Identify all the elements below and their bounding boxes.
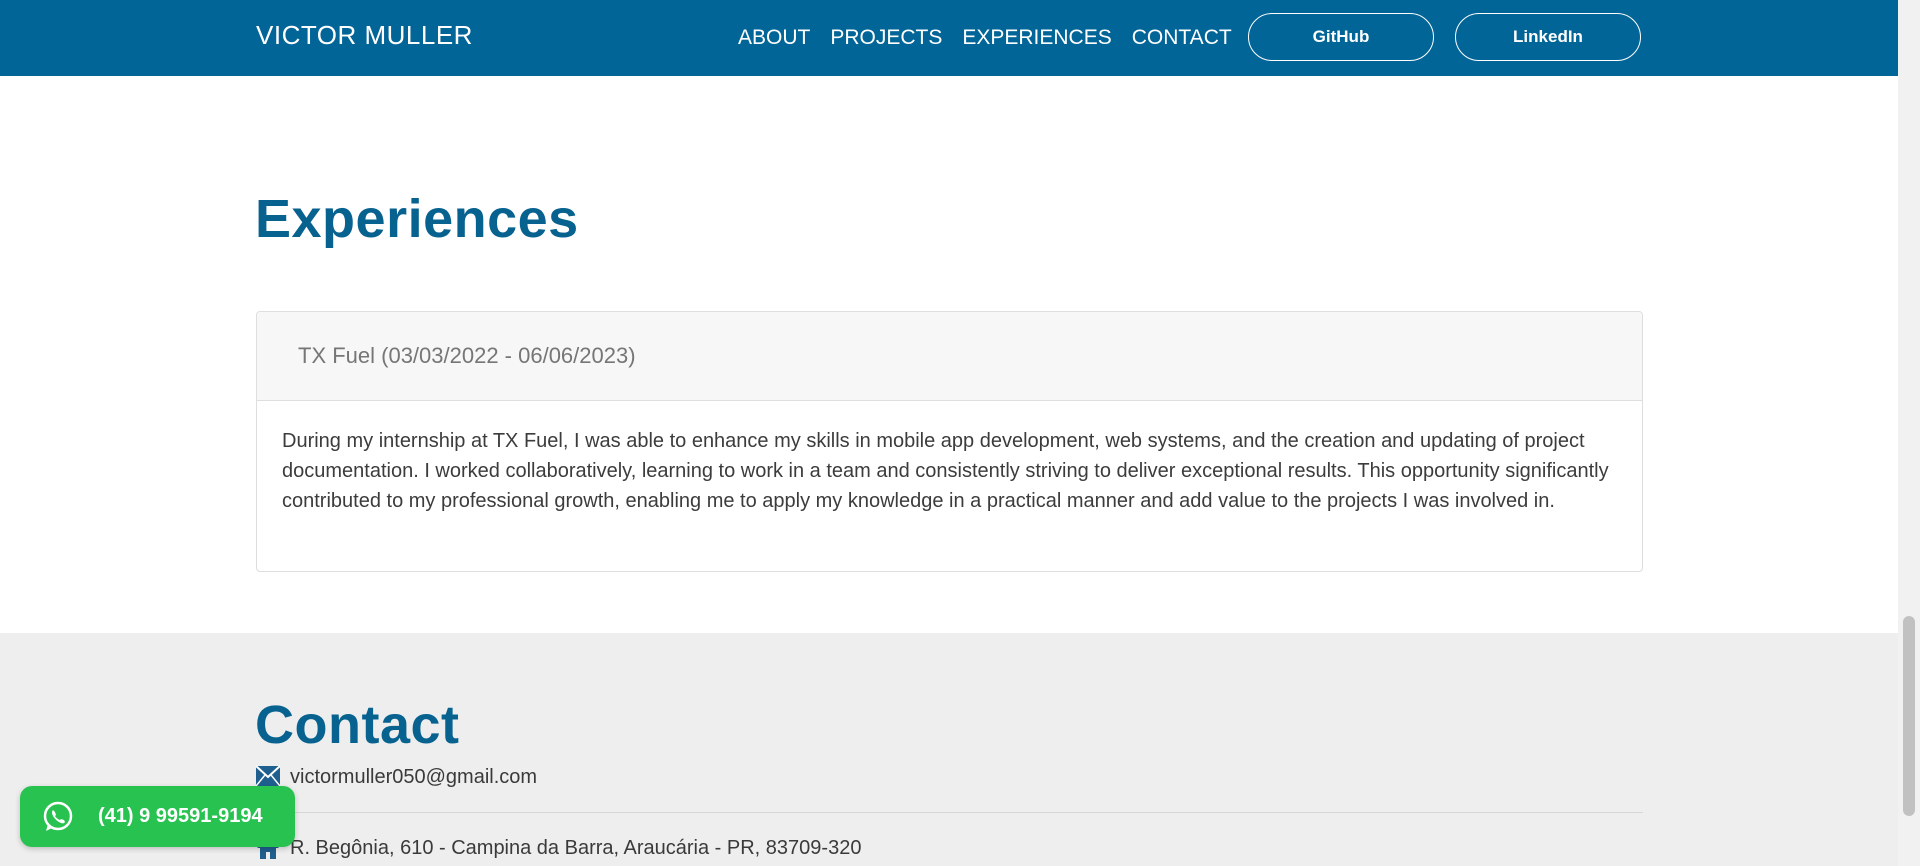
whatsapp-icon	[41, 800, 75, 834]
scrollbar-thumb[interactable]	[1903, 616, 1915, 816]
github-button[interactable]: GitHub	[1248, 13, 1434, 61]
contact-title: Contact	[255, 695, 460, 755]
page-scrollbar[interactable]	[1898, 0, 1920, 866]
contact-email-row: victormuller050@gmail.com	[255, 765, 537, 789]
nav-link-projects[interactable]: PROJECTS	[830, 26, 942, 50]
contact-address-row: R. Begônia, 610 - Campina da Barra, Arau…	[256, 836, 861, 860]
linkedin-button[interactable]: LinkedIn	[1455, 13, 1641, 61]
whatsapp-button[interactable]: (41) 9 99591-9194	[20, 786, 295, 847]
experience-card: TX Fuel (03/03/2022 - 06/06/2023) During…	[256, 311, 1643, 572]
nav-link-contact[interactable]: CONTACT	[1132, 26, 1232, 50]
nav-link-about[interactable]: ABOUT	[738, 26, 810, 50]
navbar: VICTOR MULLER ABOUT PROJECTS EXPERIENCES…	[0, 0, 1898, 76]
experience-card-body: During my internship at TX Fuel, I was a…	[282, 430, 1609, 512]
nav-link-experiences[interactable]: EXPERIENCES	[962, 26, 1111, 50]
experience-card-header[interactable]: TX Fuel (03/03/2022 - 06/06/2023)	[257, 312, 1642, 401]
contact-email[interactable]: victormuller050@gmail.com	[290, 766, 537, 789]
contact-divider	[256, 812, 1643, 813]
experiences-title: Experiences	[255, 189, 579, 249]
contact-address: R. Begônia, 610 - Campina da Barra, Arau…	[290, 836, 862, 859]
whatsapp-number: (41) 9 99591-9194	[98, 805, 263, 827]
brand-logo-text[interactable]: VICTOR MULLER	[256, 20, 473, 51]
nav-links: ABOUT PROJECTS EXPERIENCES CONTACT	[738, 26, 1232, 50]
